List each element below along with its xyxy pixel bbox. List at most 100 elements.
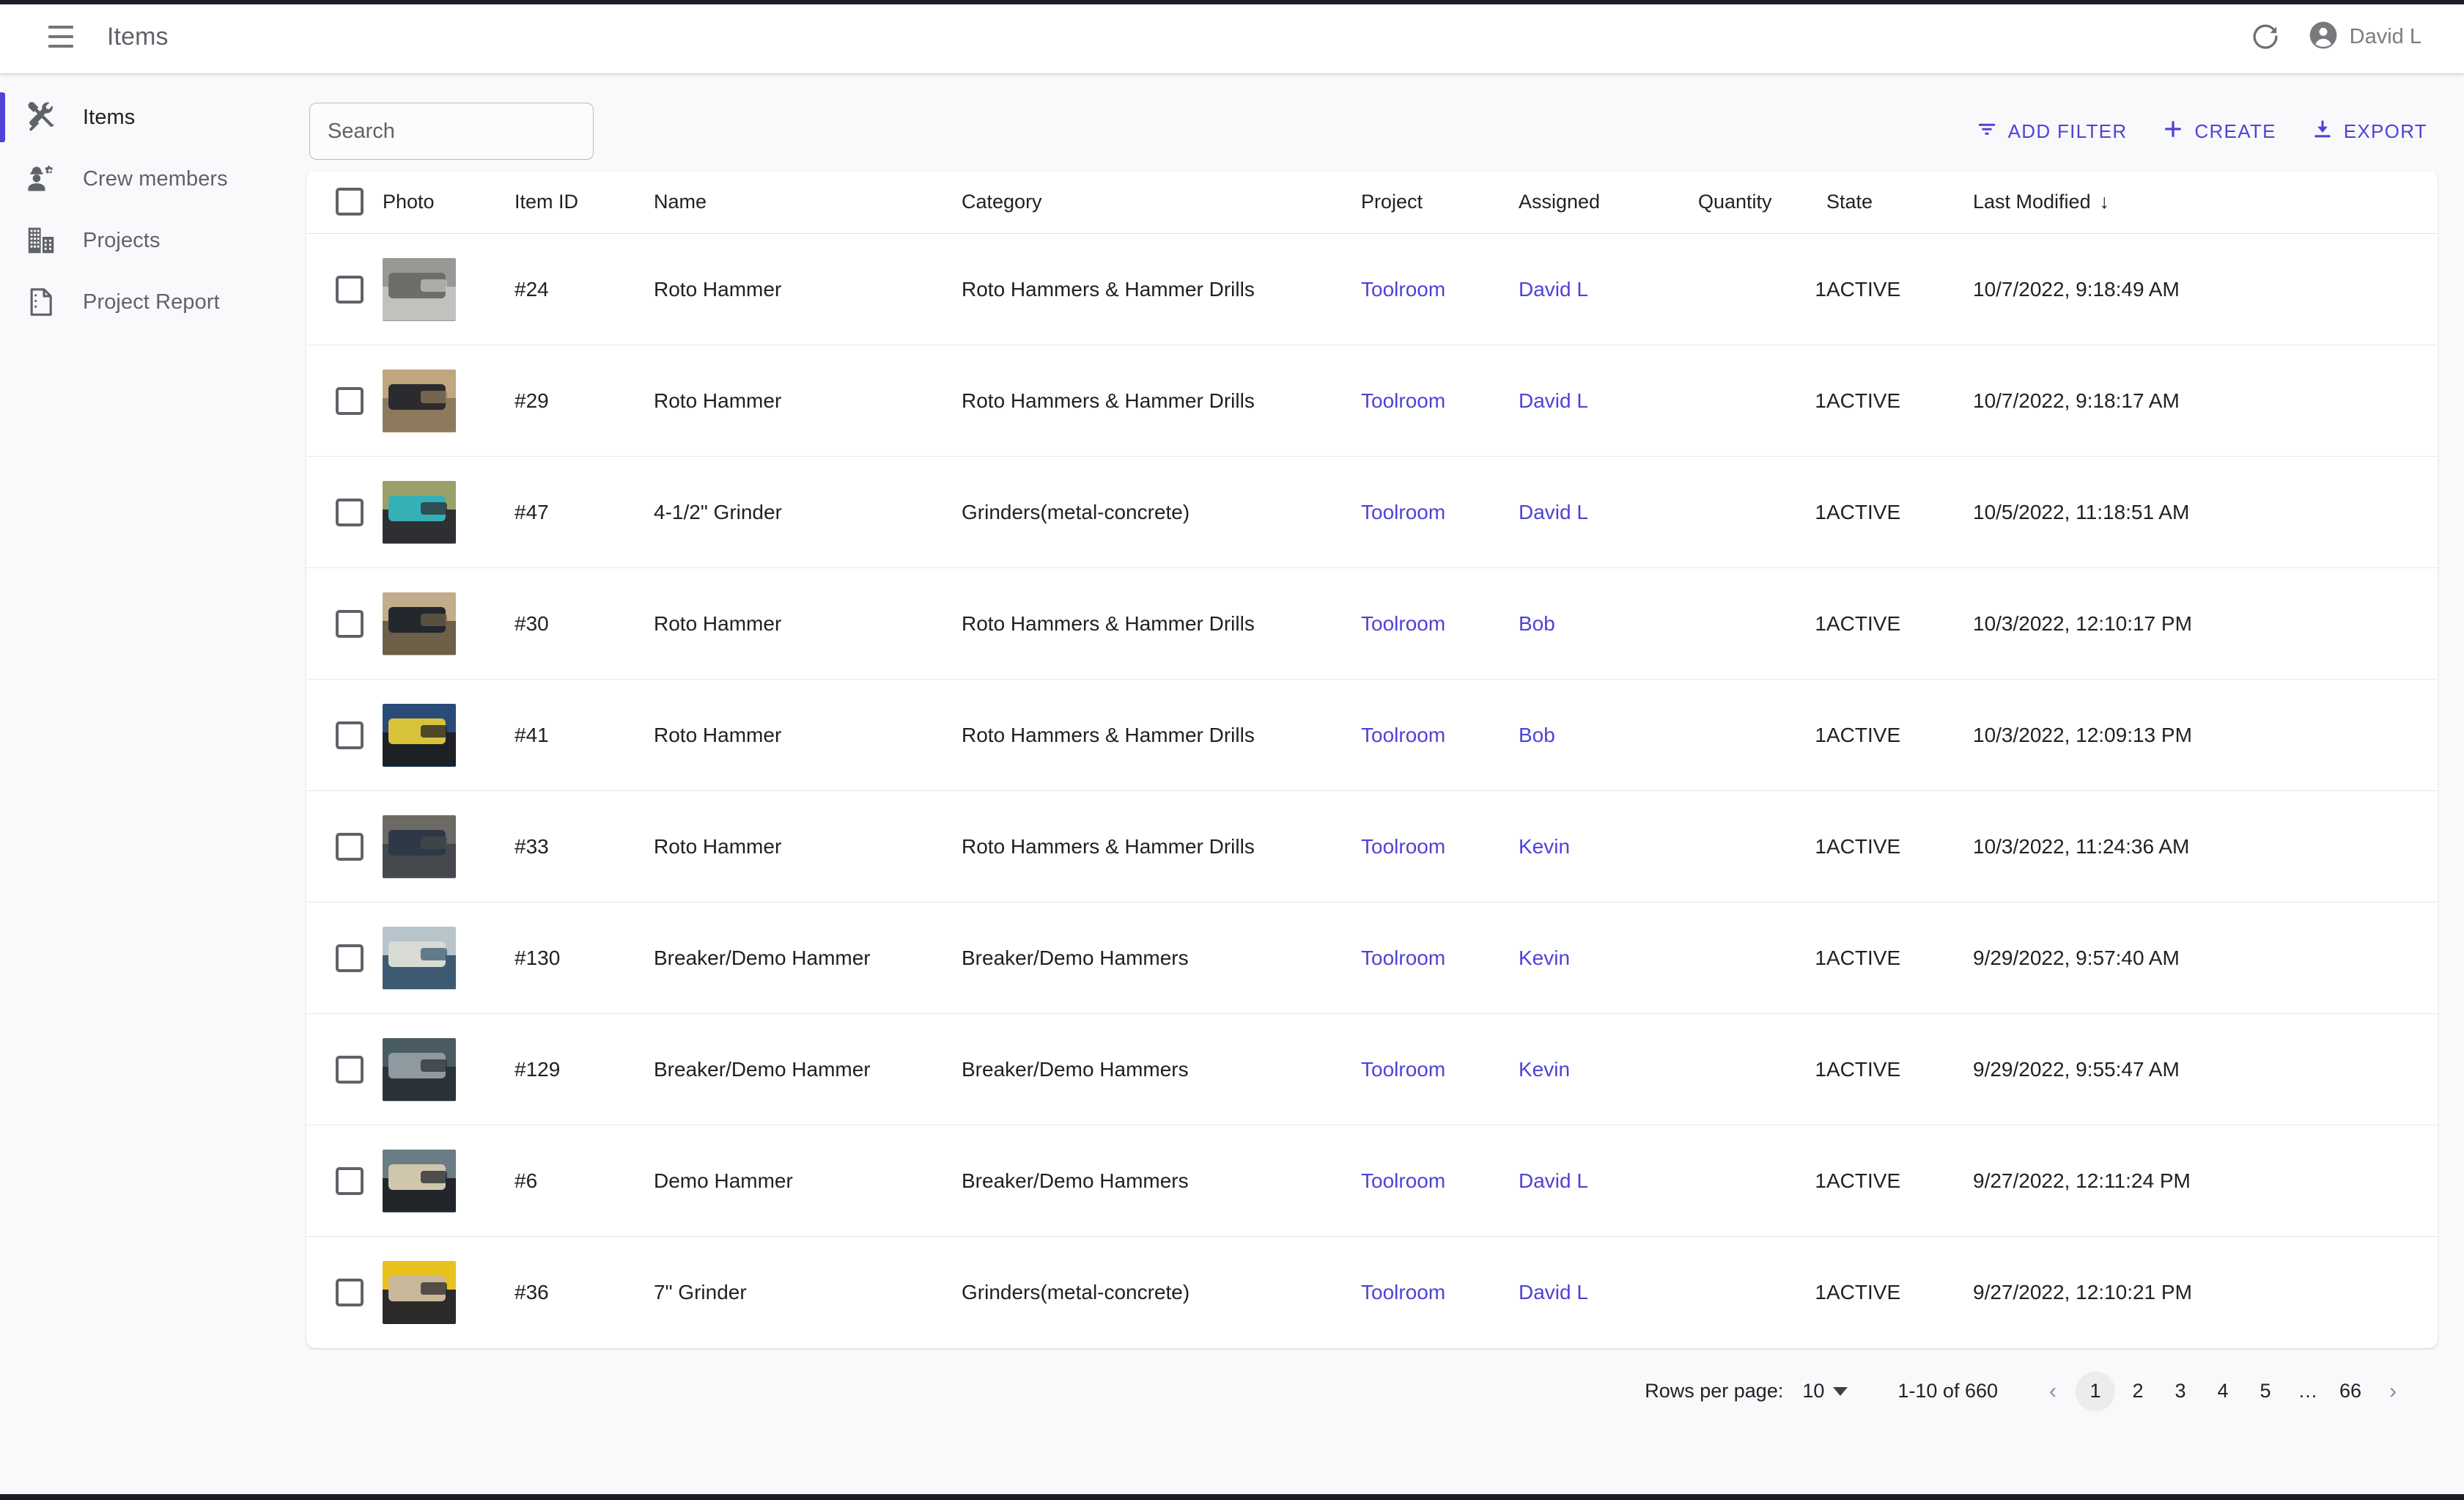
page-button-5[interactable]: 5 xyxy=(2246,1372,2285,1411)
export-button[interactable]: EXPORT xyxy=(2307,112,2432,151)
add-filter-button[interactable]: ADD FILTER xyxy=(1971,112,2132,151)
item-photo[interactable] xyxy=(383,257,456,321)
active-indicator xyxy=(0,154,5,204)
column-header-last-modified-label: Last Modified xyxy=(1973,190,2091,213)
column-header-project[interactable]: Project xyxy=(1361,172,1519,234)
next-page-button[interactable]: › xyxy=(2373,1372,2413,1411)
row-assigned-link[interactable]: David L xyxy=(1519,278,1588,301)
row-project-link[interactable]: Toolroom xyxy=(1361,724,1445,746)
user-menu[interactable]: David L xyxy=(2309,21,2421,54)
row-checkbox[interactable] xyxy=(336,1055,364,1084)
page-button-2[interactable]: 2 xyxy=(2118,1372,2158,1411)
row-assigned-cell: David L xyxy=(1519,1237,1698,1348)
item-photo[interactable] xyxy=(383,815,456,878)
item-photo[interactable] xyxy=(383,480,456,544)
row-assigned-link[interactable]: Bob xyxy=(1519,612,1555,635)
row-assigned-cell: David L xyxy=(1519,1125,1698,1237)
item-photo[interactable] xyxy=(383,1260,456,1324)
item-photo[interactable] xyxy=(383,1149,456,1213)
item-photo[interactable] xyxy=(383,1037,456,1101)
row-assigned-link[interactable]: Kevin xyxy=(1519,1058,1570,1081)
row-checkbox[interactable] xyxy=(336,1166,364,1195)
search-box[interactable] xyxy=(309,103,594,160)
rows-per-page-select[interactable]: 10 xyxy=(1802,1380,1848,1402)
table-row[interactable]: #24 Roto Hammer Roto Hammers & Hammer Dril… xyxy=(306,233,2438,345)
search-input[interactable] xyxy=(328,119,575,144)
table-row[interactable]: #6 Demo Hammer Breaker/Demo Hammers Toolroo… xyxy=(306,1125,2438,1237)
column-header-assigned[interactable]: Assigned xyxy=(1519,172,1698,234)
page-button-3[interactable]: 3 xyxy=(2161,1372,2200,1411)
column-header-name[interactable]: Name xyxy=(654,172,962,234)
row-last-modified: 9/29/2022, 9:55:47 AM xyxy=(1973,1013,2438,1125)
row-project-cell: Toolroom xyxy=(1361,902,1519,1014)
row-checkbox[interactable] xyxy=(336,498,364,526)
table-row[interactable]: #41 Roto Hammer Roto Hammers & Hammer Dril… xyxy=(306,679,2438,791)
row-project-link[interactable]: Toolroom xyxy=(1361,835,1445,858)
row-checkbox[interactable] xyxy=(336,386,364,415)
table-row[interactable]: #33 Roto Hammer Roto Hammers & Hammer Dril… xyxy=(306,790,2438,902)
row-project-link[interactable]: Toolroom xyxy=(1361,1169,1445,1192)
app-window: Items David L Items Crew members Project… xyxy=(0,0,2464,1500)
row-state: ACTIVE xyxy=(1826,567,1973,680)
user-name: David L xyxy=(2349,24,2421,48)
column-header-category[interactable]: Category xyxy=(962,172,1361,234)
row-checkbox[interactable] xyxy=(336,721,364,749)
row-assigned-link[interactable]: Bob xyxy=(1519,724,1555,746)
page-button-66[interactable]: 66 xyxy=(2331,1372,2370,1411)
row-checkbox[interactable] xyxy=(336,1278,364,1306)
column-header-photo[interactable]: Photo xyxy=(383,172,514,234)
row-project-link[interactable]: Toolroom xyxy=(1361,612,1445,635)
row-checkbox[interactable] xyxy=(336,944,364,972)
row-checkbox[interactable] xyxy=(336,275,364,304)
row-project-link[interactable]: Toolroom xyxy=(1361,501,1445,523)
row-project-link[interactable]: Toolroom xyxy=(1361,946,1445,969)
create-button[interactable]: CREATE xyxy=(2158,112,2280,151)
item-photo[interactable] xyxy=(383,592,456,655)
column-header-quantity[interactable]: Quantity xyxy=(1698,172,1826,234)
row-project-link[interactable]: Toolroom xyxy=(1361,1058,1445,1081)
row-assigned-link[interactable]: Kevin xyxy=(1519,946,1570,969)
row-state: ACTIVE xyxy=(1826,1013,1973,1125)
sidebar-item-project-report[interactable]: Project Report xyxy=(0,271,293,333)
document-icon xyxy=(24,285,58,319)
sidebar-item-items[interactable]: Items xyxy=(0,87,293,148)
filter-icon xyxy=(1976,118,1998,145)
table-row[interactable]: #30 Roto Hammer Roto Hammers & Hammer Dril… xyxy=(306,567,2438,680)
item-photo[interactable] xyxy=(383,369,456,433)
row-photo-cell xyxy=(383,679,514,791)
page-button-1[interactable]: 1 xyxy=(2076,1371,2115,1411)
row-quantity: 1 xyxy=(1698,233,1826,345)
row-project-cell: Toolroom xyxy=(1361,1125,1519,1237)
row-checkbox[interactable] xyxy=(336,832,364,861)
row-category: Grinders(metal-concrete) xyxy=(962,1280,1190,1304)
table-row[interactable]: #29 Roto Hammer Roto Hammers & Hammer Dril… xyxy=(306,345,2438,457)
row-assigned-link[interactable]: Kevin xyxy=(1519,835,1570,858)
row-project-link[interactable]: Toolroom xyxy=(1361,278,1445,301)
rows-per-page-label: Rows per page: xyxy=(1645,1380,1784,1402)
sidebar-item-projects[interactable]: Projects xyxy=(0,210,293,271)
row-checkbox[interactable] xyxy=(336,609,364,638)
previous-page-button[interactable]: ‹ xyxy=(2033,1372,2073,1411)
sidebar-item-crew-members[interactable]: Crew members xyxy=(0,148,293,210)
page-button-4[interactable]: 4 xyxy=(2203,1372,2243,1411)
table-row[interactable]: #36 7" Grinder Grinders(metal-concrete) Too… xyxy=(306,1237,2438,1348)
row-project-link[interactable]: Toolroom xyxy=(1361,389,1445,412)
table-row[interactable]: #129 Breaker/Demo Hammer Breaker/Demo Hamm… xyxy=(306,1013,2438,1125)
select-all-checkbox[interactable] xyxy=(336,188,364,216)
row-assigned-link[interactable]: David L xyxy=(1519,1169,1588,1192)
row-category: Roto Hammers & Hammer Drills xyxy=(962,790,1361,902)
table-row[interactable]: #130 Breaker/Demo Hammer Breaker/Demo Hamm… xyxy=(306,902,2438,1014)
table-body: #24 Roto Hammer Roto Hammers & Hammer Dril… xyxy=(306,233,2438,1348)
row-assigned-link[interactable]: David L xyxy=(1519,501,1588,523)
table-row[interactable]: #47 4-1/2" Grinder Grinders(metal-concrete… xyxy=(306,456,2438,568)
column-header-last-modified[interactable]: Last Modified ↓ xyxy=(1973,172,2438,234)
row-project-link[interactable]: Toolroom xyxy=(1361,1281,1445,1304)
item-photo[interactable] xyxy=(383,703,456,767)
refresh-icon[interactable] xyxy=(2247,18,2284,55)
hamburger-menu-icon[interactable] xyxy=(41,17,81,56)
row-assigned-link[interactable]: David L xyxy=(1519,1281,1588,1304)
item-photo[interactable] xyxy=(383,926,456,990)
row-assigned-link[interactable]: David L xyxy=(1519,389,1588,412)
column-header-item-id[interactable]: Item ID xyxy=(514,172,654,234)
column-header-state[interactable]: State xyxy=(1826,172,1973,234)
